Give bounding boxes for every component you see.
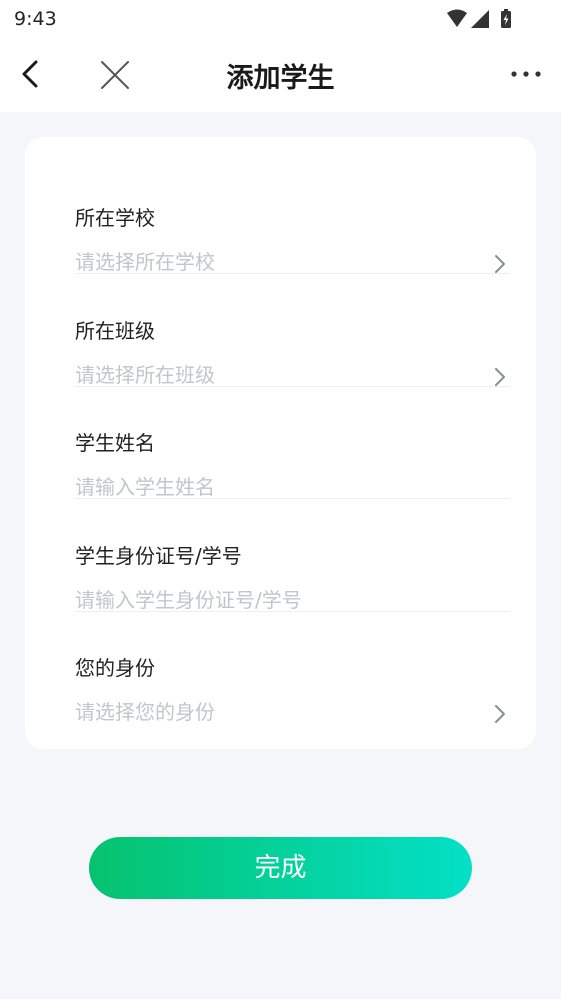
chevron-right-icon bbox=[495, 255, 505, 273]
wifi-icon bbox=[447, 9, 467, 27]
student-name-input[interactable]: 请输入学生姓名 bbox=[75, 474, 215, 500]
signal-icon bbox=[471, 10, 489, 28]
chevron-right-icon bbox=[495, 368, 505, 386]
identity-field[interactable]: 您的身份 请选择您的身份 bbox=[75, 611, 510, 724]
class-placeholder: 请选择所在班级 bbox=[75, 363, 215, 387]
student-name-field[interactable]: 学生姓名 请输入学生姓名 bbox=[75, 386, 510, 499]
student-form-card: 所在学校 请选择所在学校 所在班级 请选择所在班级 学生姓名 请输入学生姓名 学… bbox=[25, 137, 536, 749]
student-id-field[interactable]: 学生身份证号/学号 请输入学生身份证号/学号 bbox=[75, 499, 510, 612]
nav-bar: 添加学生 bbox=[0, 40, 561, 112]
chevron-right-icon bbox=[495, 705, 505, 723]
school-field[interactable]: 所在学校 请选择所在学校 bbox=[75, 161, 510, 274]
student-id-label: 学生身份证号/学号 bbox=[75, 544, 242, 568]
student-id-input[interactable]: 请输入学生身份证号/学号 bbox=[75, 587, 302, 613]
more-horizontal-icon[interactable] bbox=[511, 66, 541, 82]
school-label: 所在学校 bbox=[75, 206, 155, 230]
class-field[interactable]: 所在班级 请选择所在班级 bbox=[75, 274, 510, 387]
battery-charging-icon bbox=[501, 9, 511, 28]
status-icons bbox=[447, 9, 511, 28]
done-button[interactable]: 完成 bbox=[89, 837, 472, 899]
student-name-label: 学生姓名 bbox=[75, 431, 155, 455]
identity-label: 您的身份 bbox=[75, 656, 155, 680]
class-label: 所在班级 bbox=[75, 319, 155, 343]
school-placeholder: 请选择所在学校 bbox=[75, 250, 215, 274]
identity-placeholder: 请选择您的身份 bbox=[75, 700, 215, 724]
status-bar: 9:43 bbox=[0, 0, 561, 40]
status-time: 9:43 bbox=[14, 8, 57, 30]
page-title: 添加学生 bbox=[226, 63, 335, 94]
